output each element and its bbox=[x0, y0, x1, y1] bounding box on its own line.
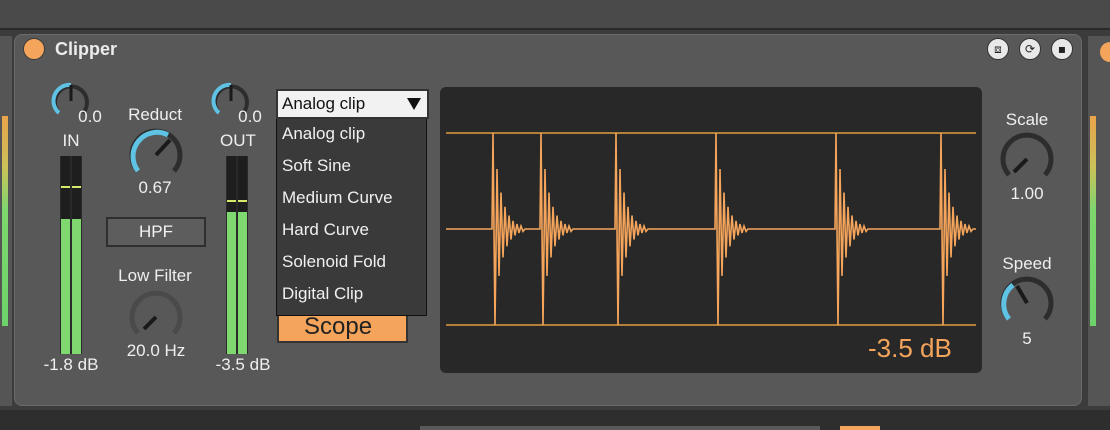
bottom-accent bbox=[840, 426, 880, 430]
device-title-bar: Clipper ⧈ ⟳ ▪ bbox=[15, 35, 1081, 65]
out-meter-value: -3.5 dB bbox=[215, 355, 271, 374]
bottom-scroll[interactable] bbox=[420, 426, 820, 430]
right-neighbor-power[interactable] bbox=[1100, 42, 1110, 62]
refresh-icon[interactable]: ⟳ bbox=[1019, 38, 1041, 60]
reduct-value: 0.67 bbox=[138, 178, 172, 197]
top-bar bbox=[0, 0, 1110, 30]
out-meter-right bbox=[238, 212, 247, 354]
reduct-label: Reduct bbox=[128, 105, 182, 124]
speed-label: Speed bbox=[1002, 254, 1052, 273]
left-neighbor-device bbox=[0, 36, 12, 406]
menu-item-solenoid-fold[interactable]: Solenoid Fold bbox=[282, 252, 386, 272]
out-meter-left bbox=[227, 212, 236, 354]
scope-waveform bbox=[446, 132, 976, 326]
clipper-device: Clipper ⧈ ⟳ ▪ 0.0 IN -1.8 dB Reduct 0.67… bbox=[14, 34, 1082, 406]
clip-mode-dropdown[interactable]: Analog clip bbox=[276, 89, 429, 119]
in-meter-left bbox=[61, 219, 70, 354]
scope-button-label: Scope bbox=[304, 313, 373, 340]
menu-item-hard-curve[interactable]: Hard Curve bbox=[282, 220, 369, 240]
in-label: IN bbox=[62, 131, 80, 150]
right-neighbor-device bbox=[1088, 36, 1110, 406]
out-level-meter bbox=[226, 156, 248, 354]
speed-value: 5 bbox=[1022, 329, 1032, 348]
left-neighbor-meter bbox=[2, 116, 8, 326]
right-neighbor-meter bbox=[1090, 116, 1096, 326]
in-gain-value: 0.0 bbox=[78, 107, 102, 126]
reduct-knob[interactable] bbox=[128, 127, 184, 183]
scale-label: Scale bbox=[1005, 110, 1049, 129]
scope-display bbox=[440, 87, 982, 373]
scope-readout: -3.5 dB bbox=[868, 333, 952, 363]
menu-item-soft-sine[interactable]: Soft Sine bbox=[282, 156, 351, 176]
chevron-down-icon bbox=[407, 98, 421, 110]
in-meter-right bbox=[72, 219, 81, 354]
scale-knob[interactable] bbox=[999, 131, 1055, 187]
out-gain-value: 0.0 bbox=[238, 107, 262, 126]
menu-item-medium-curve[interactable]: Medium Curve bbox=[282, 188, 393, 208]
speed-knob[interactable] bbox=[999, 275, 1055, 331]
save-icon[interactable]: ▪ bbox=[1051, 38, 1073, 60]
menu-item-digital-clip[interactable]: Digital Clip bbox=[282, 284, 363, 304]
device-power-button[interactable] bbox=[23, 38, 45, 60]
low-filter-value: 20.0 Hz bbox=[126, 341, 186, 360]
out-label: OUT bbox=[220, 131, 256, 150]
scale-value: 1.00 bbox=[1010, 184, 1044, 203]
menu-item-analog-clip[interactable]: Analog clip bbox=[282, 124, 365, 144]
in-level-meter bbox=[60, 156, 82, 354]
hpf-button[interactable]: HPF bbox=[106, 217, 206, 247]
in-meter-value: -1.8 dB bbox=[43, 355, 99, 374]
scope-waveform-line bbox=[446, 132, 976, 326]
low-filter-knob[interactable] bbox=[128, 289, 184, 345]
low-filter-label: Low Filter bbox=[118, 266, 192, 285]
freeze-icon[interactable]: ⧈ bbox=[987, 38, 1009, 60]
bottom-bar bbox=[0, 410, 1110, 430]
clip-mode-menu: Analog clip Soft Sine Medium Curve Hard … bbox=[276, 119, 427, 316]
clip-mode-selected: Analog clip bbox=[282, 94, 366, 113]
device-title: Clipper bbox=[55, 39, 118, 59]
